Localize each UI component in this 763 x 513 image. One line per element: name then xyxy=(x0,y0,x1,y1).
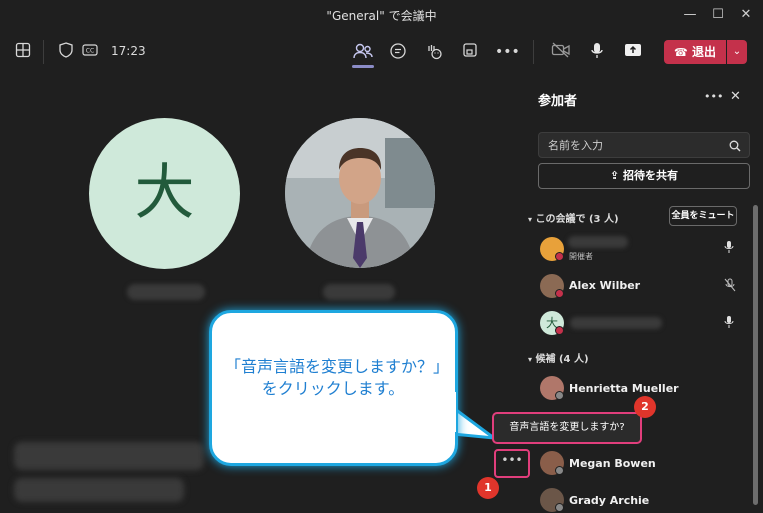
people-icon[interactable] xyxy=(352,42,374,62)
microphone-icon[interactable] xyxy=(586,42,608,62)
leave-options-button[interactable]: ⌄ xyxy=(727,40,747,64)
microphone-muted-icon xyxy=(724,278,736,295)
microphone-icon xyxy=(724,240,734,257)
organizer-label: 開催者 xyxy=(569,252,593,261)
toolbar-divider xyxy=(43,40,44,64)
share-screen-icon[interactable] xyxy=(622,42,644,62)
chevron-down-icon: ▾ xyxy=(528,215,533,224)
rooms-icon[interactable] xyxy=(459,42,481,62)
hang-up-icon: ☎ xyxy=(674,46,688,59)
status-dot xyxy=(555,391,564,400)
captions-icon[interactable]: CC xyxy=(79,42,101,62)
more-actions-icon[interactable]: ••• xyxy=(495,42,520,62)
change-spoken-language-menu-item[interactable]: 音声言語を変更しますか? xyxy=(492,412,642,444)
status-dot xyxy=(555,289,564,298)
step-badge-1: 1 xyxy=(477,477,499,499)
chat-icon[interactable] xyxy=(387,42,409,62)
share-invite-button[interactable]: ⇪ 招待を共有 xyxy=(538,163,750,189)
panel-close-icon[interactable]: ✕ xyxy=(730,89,741,104)
microphone-icon xyxy=(724,315,734,332)
step-badge-2: 2 xyxy=(634,396,656,418)
camera-off-icon[interactable] xyxy=(550,42,572,62)
layout-icon[interactable] xyxy=(12,42,34,62)
status-dot xyxy=(555,326,564,335)
status-dot xyxy=(555,252,564,261)
callout-text: 「音声言語を変更しますか？」をクリックします。 xyxy=(224,357,441,398)
search-placeholder: 名前を入力 xyxy=(548,139,603,152)
shield-icon[interactable] xyxy=(55,42,77,62)
panel-scrollbar[interactable] xyxy=(753,205,758,505)
participant-name-blurred xyxy=(570,317,662,329)
panel-more-icon[interactable]: ••• xyxy=(704,90,723,103)
in-meeting-section-header[interactable]: ▾ この会議で (3 人) xyxy=(528,210,619,225)
svg-text:CC: CC xyxy=(86,48,94,55)
participant-name: Grady Archie xyxy=(569,494,650,507)
close-icon[interactable]: ✕ xyxy=(736,6,756,24)
meeting-timer: 17:23 xyxy=(111,44,146,58)
search-icon[interactable] xyxy=(729,137,741,156)
suggested-section-header[interactable]: ▾ 候補 (4 人) xyxy=(528,350,589,365)
callout-joint xyxy=(444,392,456,432)
status-dot xyxy=(555,466,564,475)
participant-more-options-button[interactable]: ••• xyxy=(494,449,530,478)
participant-name: Henrietta Mueller xyxy=(569,382,679,395)
window-title: "General" で会議中 xyxy=(326,9,437,23)
panel-title: 参加者 xyxy=(538,94,578,109)
participant-name-blurred xyxy=(568,236,628,248)
chevron-down-icon: ▾ xyxy=(528,355,533,364)
participant-name: Megan Bowen xyxy=(569,457,656,470)
maximize-icon[interactable]: ☐ xyxy=(708,6,728,24)
participant-name-blurred xyxy=(323,284,395,300)
reactions-icon[interactable] xyxy=(423,42,445,62)
share-icon: ⇪ xyxy=(609,169,620,182)
participant-avatar-initial: 大 xyxy=(89,118,240,269)
minimize-icon[interactable]: — xyxy=(680,6,700,24)
blurred-content xyxy=(14,478,184,502)
leave-label: 退出 xyxy=(691,45,716,59)
blurred-content xyxy=(14,442,204,470)
toolbar-divider xyxy=(533,40,534,64)
participant-name: Alex Wilber xyxy=(569,279,641,292)
share-invite-label: 招待を共有 xyxy=(623,169,679,182)
status-dot xyxy=(555,503,564,512)
participant-name-blurred xyxy=(127,284,205,300)
participant-photo xyxy=(285,118,435,268)
leave-button[interactable]: ☎ 退出 xyxy=(664,40,726,64)
people-active-indicator xyxy=(352,65,374,68)
mute-all-button[interactable]: 全員をミュート xyxy=(669,206,737,226)
